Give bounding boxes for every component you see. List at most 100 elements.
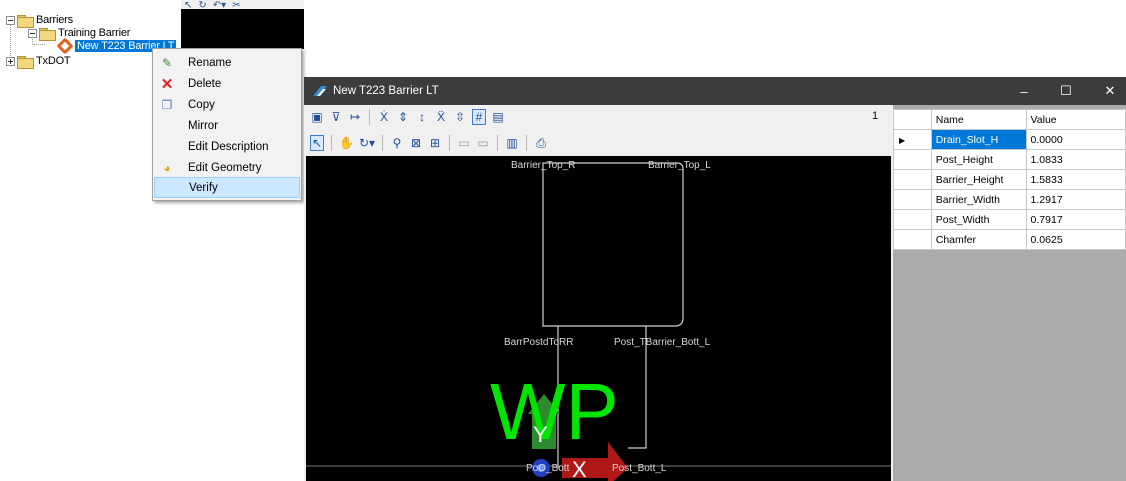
maximize-button[interactable]: ☐ <box>1046 77 1086 105</box>
label-bott-rr: BarrPostdToRR <box>504 337 573 348</box>
barrier-editor-window: New T223 Barrier LT – ☐ ✕ ▣ ⊽ ↦ Ẋ ⇕ ↕ Ẍ … <box>304 77 1126 481</box>
y-anchor-icon[interactable]: ⇳ <box>453 109 467 125</box>
label-po-bott: PoO_Bott <box>526 463 570 474</box>
window-titlebar[interactable]: New T223 Barrier LT – ☐ ✕ <box>304 77 1126 105</box>
pointer-icon[interactable]: ↖ <box>310 135 324 151</box>
table-row[interactable]: Post_Width 0.7917 <box>893 209 1126 230</box>
view-prev-icon[interactable]: ▭ <box>457 135 471 151</box>
folder-icon <box>17 55 34 69</box>
property-name[interactable]: Barrier_Height <box>930 169 1027 190</box>
wp-label: WP <box>490 367 619 456</box>
context-menu: ✎ Rename ✕ Delete ❐ Copy Mirror Edit Des… <box>152 48 302 201</box>
folder-icon <box>39 27 56 41</box>
x-align-icon[interactable]: Ẋ <box>377 109 391 125</box>
table-row[interactable]: Barrier_Height 1.5833 <box>893 169 1126 190</box>
property-value[interactable]: 1.5833 <box>1025 169 1126 190</box>
menu-item-mirror[interactable]: Mirror <box>154 115 300 136</box>
tree-item-barriers[interactable]: Barriers <box>6 13 73 28</box>
table-row[interactable]: Post_Height 1.0833 <box>893 149 1126 170</box>
tree-item-label: Training Barrier <box>58 27 131 39</box>
rotate-icon[interactable]: ↻ <box>198 0 206 9</box>
tree-item-label: Barriers <box>36 14 73 26</box>
menu-item-label: Copy <box>188 98 215 111</box>
y-axis-label: Y <box>533 422 548 447</box>
menu-item-copy[interactable]: ❐ Copy <box>154 94 300 115</box>
copy-icon: ❐ <box>161 97 173 112</box>
pan-hand-icon[interactable]: ✋ <box>339 135 354 151</box>
collapse-icon[interactable] <box>28 28 37 38</box>
barrier-icon <box>56 37 74 55</box>
property-value[interactable]: 0.0625 <box>1025 229 1126 250</box>
expand-icon[interactable] <box>6 56 15 66</box>
label-barrier-top-r: Barrier_Top_R <box>511 160 575 171</box>
tool-icon[interactable]: ✂ <box>232 0 240 9</box>
close-button[interactable]: ✕ <box>1090 77 1126 105</box>
folder-icon <box>17 14 34 28</box>
x-axis-label: X <box>572 457 587 481</box>
table-row[interactable]: ▶ Drain_Slot_H 0.0000 <box>893 129 1126 150</box>
zoom-window-icon[interactable]: ⊠ <box>409 135 423 151</box>
minimize-button[interactable]: – <box>1004 77 1044 105</box>
tree-item-label: TxDOT <box>36 55 71 67</box>
save-icon[interactable]: ▤ <box>491 109 505 125</box>
pointer-icon[interactable]: ↖ <box>184 0 192 9</box>
menu-item-delete[interactable]: ✕ Delete <box>154 73 300 94</box>
column-header-name: Name <box>930 109 1027 130</box>
property-name[interactable]: Chamfer <box>930 229 1027 250</box>
barrier-drawing: WP Y X Barrier_Top_R Barrier_Top_L BarrP… <box>306 160 891 481</box>
x-axis-marker <box>562 458 612 478</box>
menu-item-label: Mirror <box>188 119 219 132</box>
grid-icon[interactable]: # <box>472 109 486 125</box>
label-barrier-top-l: Barrier_Top_L <box>648 160 711 171</box>
undo-icon[interactable]: ↶▾ <box>213 0 226 9</box>
barrier-outline <box>542 162 684 327</box>
current-row-arrow-icon: ▶ <box>893 129 932 150</box>
rotate-icon[interactable]: ↻▾ <box>359 135 375 151</box>
menu-item-label: Verify <box>189 181 218 194</box>
app-icon <box>313 86 327 96</box>
label-post-bott-l: Post_Bott_L <box>612 463 667 474</box>
zoom-extents-icon[interactable]: ⊞ <box>428 135 442 151</box>
menu-item-label: Rename <box>188 56 232 69</box>
rename-icon: ✎ <box>161 55 173 70</box>
zoom-icon[interactable]: ⚲ <box>390 135 404 151</box>
drawing-canvas[interactable]: WP Y X Barrier_Top_R Barrier_Top_L BarrP… <box>306 156 891 481</box>
property-value[interactable]: 0.7917 <box>1025 209 1126 230</box>
measure-icon[interactable]: ▥ <box>505 135 519 151</box>
property-table: Name Value ▶ Drain_Slot_H 0.0000 Post_He… <box>893 109 1126 250</box>
collapse-icon[interactable] <box>6 15 15 25</box>
property-name[interactable]: Post_Width <box>930 209 1027 230</box>
property-value[interactable]: 0.0000 <box>1025 129 1126 150</box>
menu-item-edit-description[interactable]: Edit Description <box>154 136 300 157</box>
y-align-icon[interactable]: ⇕ <box>396 109 410 125</box>
property-name[interactable]: Post_Height <box>930 149 1027 170</box>
geometry-toolbar: ▣ ⊽ ↦ Ẋ ⇕ ↕ Ẍ ⇳ # ▤ <box>304 106 891 128</box>
menu-item-label: Edit Description <box>188 140 269 153</box>
print-icon[interactable]: ⎙ <box>534 135 548 151</box>
column-header-value: Value <box>1025 109 1126 130</box>
select-rect-icon[interactable]: ▣ <box>310 109 324 125</box>
edit-geometry-icon: ◕ <box>163 160 171 175</box>
tree-item-training-barrier[interactable]: Training Barrier <box>28 26 131 41</box>
horizontal-dim-icon[interactable]: ↦ <box>348 109 362 125</box>
view-next-icon[interactable]: ▭ <box>476 135 490 151</box>
menu-item-label: Edit Geometry <box>188 161 262 174</box>
property-value[interactable]: 1.2917 <box>1025 189 1126 210</box>
table-row[interactable]: Chamfer 0.0625 <box>893 229 1126 250</box>
property-name[interactable]: Drain_Slot_H <box>930 129 1027 150</box>
table-row[interactable]: Barrier_Width 1.2917 <box>893 189 1126 210</box>
property-grid: Name Value ▶ Drain_Slot_H 0.0000 Post_He… <box>893 105 1126 481</box>
vertical-dim-icon[interactable]: ↕ <box>415 109 429 125</box>
background-canvas <box>181 9 304 49</box>
menu-item-edit-geometry[interactable]: ◕ Edit Geometry <box>154 157 300 178</box>
menu-item-rename[interactable]: ✎ Rename <box>154 52 300 73</box>
property-value[interactable]: 1.0833 <box>1025 149 1126 170</box>
tree-item-txdot[interactable]: TxDOT <box>6 54 71 69</box>
x-anchor-icon[interactable]: Ẍ <box>434 109 448 125</box>
property-name[interactable]: Barrier_Width <box>930 189 1027 210</box>
view-toolbar: ↖ ✋ ↻▾ ⚲ ⊠ ⊞ ▭ ▭ ▥ ⎙ <box>304 132 891 154</box>
menu-item-verify[interactable]: Verify <box>154 177 300 198</box>
constraint-icon[interactable]: ⊽ <box>329 109 343 125</box>
page-number: 1 <box>872 110 879 122</box>
window-title: New T223 Barrier LT <box>333 85 439 97</box>
